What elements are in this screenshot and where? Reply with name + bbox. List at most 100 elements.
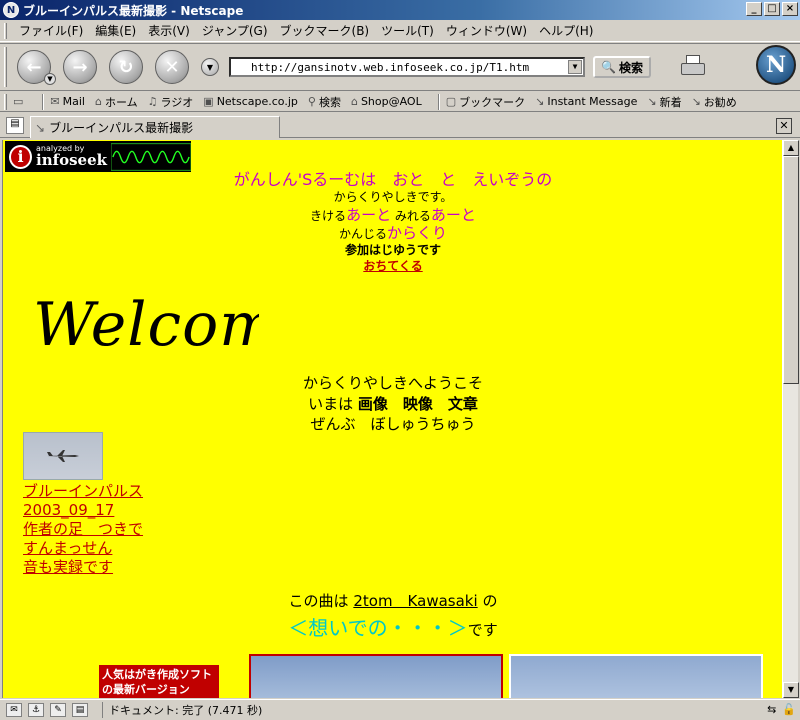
- welcome-text: からくりやしきへようこそ: [302, 374, 483, 392]
- stop-button[interactable]: ✕: [155, 50, 189, 84]
- menu-help[interactable]: ヘルプ(H): [533, 20, 599, 41]
- mail-status-icon[interactable]: ✉: [6, 703, 22, 717]
- tab-bar: ▤ ↘ ブルーインパルス最新撮影 ✕: [0, 114, 800, 138]
- link-date[interactable]: 2003_09_17: [23, 501, 143, 520]
- karakuri-line: かんじるからくり: [183, 222, 603, 243]
- menu-edit[interactable]: 編集(E): [89, 20, 142, 41]
- nav-grip[interactable]: [4, 47, 7, 87]
- close-tab-button[interactable]: ✕: [776, 118, 792, 134]
- forward-button[interactable]: →: [63, 50, 97, 84]
- radio-label: ラジオ: [160, 95, 194, 109]
- tab-current[interactable]: ↘ ブルーインパルス最新撮影: [30, 116, 280, 138]
- infoseek-logo-icon: i: [9, 144, 33, 169]
- netscape-throbber-icon[interactable]: N: [756, 45, 796, 85]
- home-icon: ⌂: [94, 95, 102, 108]
- new-link[interactable]: ↘ 新着: [647, 94, 681, 110]
- minimize-button[interactable]: _: [746, 2, 762, 16]
- connection-icon: ⇆: [767, 703, 777, 716]
- recommend-link[interactable]: ↘ お勧め: [692, 94, 737, 110]
- personal-toolbar: ▭ ✉ Mail ⌂ ホーム ♫ ラジオ ▣ Netscape.co.jp ⚲ 検索 ⌂ S…: [0, 92, 800, 112]
- link-audio[interactable]: 音も実録です: [23, 558, 143, 577]
- infoseek-banner[interactable]: i analyzed by infoseek: [5, 141, 191, 172]
- vertical-scrollbar[interactable]: ▲ ▼: [782, 140, 799, 698]
- mail-label: Mail: [62, 95, 85, 108]
- my-icon: ▣: [203, 95, 214, 108]
- jet-thumbnail[interactable]: [23, 432, 103, 480]
- link-blue-impulse[interactable]: ブルーインパルス: [23, 482, 143, 501]
- url-history-dropdown[interactable]: ▼: [568, 60, 582, 74]
- toolbar-separator-2: [437, 93, 440, 110]
- netscape-app-icon[interactable]: N: [3, 2, 19, 18]
- netscape-jp-link[interactable]: ▣ Netscape.co.jp: [203, 95, 298, 108]
- menu-file[interactable]: ファイル(F): [13, 20, 89, 41]
- search-button[interactable]: 🔍 検索: [593, 56, 651, 78]
- tab-toggle-button[interactable]: ▭: [13, 95, 26, 108]
- composer-icon[interactable]: ✎: [50, 703, 66, 717]
- navigator-icon[interactable]: ⚓: [28, 703, 44, 717]
- site-header: がんしん'Sるーむは おと と えいぞうの: [233, 170, 553, 189]
- scroll-thumb[interactable]: [783, 156, 799, 384]
- shop-link[interactable]: ⌂ Shop@AOL: [351, 95, 422, 108]
- menu-grip[interactable]: [4, 22, 7, 39]
- infoseek-big-label: infoseek: [36, 151, 108, 169]
- recommend-label: お勧め: [703, 95, 737, 109]
- join-line: 参加はじゆうです: [344, 243, 441, 257]
- link-sorry[interactable]: すんまっせん: [23, 539, 143, 558]
- link-author-feet[interactable]: 作者の足 つきで: [23, 520, 143, 539]
- headphones-icon: ♫: [147, 95, 158, 108]
- menu-window[interactable]: ウィンドウ(W): [440, 20, 533, 41]
- shop-icon: ⌂: [350, 95, 358, 108]
- instant-message-link[interactable]: ↘ Instant Message: [535, 95, 637, 108]
- karakuri-a: かんじる: [338, 227, 387, 241]
- scroll-up-arrow-icon[interactable]: ▲: [783, 140, 799, 156]
- menu-tools[interactable]: ツール(T): [375, 20, 440, 41]
- page-icon: ↘: [35, 120, 46, 135]
- search-link[interactable]: ⚲ 検索: [308, 94, 341, 110]
- now-text: いまは 画像 映像 文章: [183, 393, 603, 414]
- menu-go[interactable]: ジャンプ(G): [196, 20, 274, 41]
- printer-icon: [680, 63, 705, 75]
- postcard-ad-banner[interactable]: 人気はがき作成ソフト の最新バージョン: [99, 665, 219, 698]
- composer-link[interactable]: 2tom Kawasaki: [353, 592, 477, 610]
- bookmarks-link[interactable]: ▢ ブックマーク: [446, 94, 525, 110]
- location-dropdown-button[interactable]: ▼: [201, 58, 219, 76]
- sky-photo-1[interactable]: [249, 654, 503, 698]
- link-list: ブルーインパルス 2003_09_17 作者の足 つきで すんまっせん 音も実録…: [23, 482, 143, 577]
- url-field[interactable]: http://gansinotv.web.infoseek.co.jp/T1.h…: [229, 57, 585, 77]
- radio-link[interactable]: ♫ ラジオ: [148, 94, 194, 110]
- wave-graph-icon: [111, 142, 191, 171]
- status-right-icons: ⇆ 🔓: [767, 703, 796, 716]
- song-credit: この曲は 2tom Kawasaki の: [183, 590, 603, 611]
- magnifier-icon: ⚲: [307, 95, 316, 108]
- security-lock-icon[interactable]: 🔓: [782, 703, 796, 716]
- new-label: 新着: [659, 95, 682, 109]
- toolbar-separator: [42, 93, 45, 110]
- home-link[interactable]: ⌂ ホーム: [95, 94, 138, 110]
- forward-arrow-icon: →: [72, 56, 88, 78]
- scroll-down-arrow-icon[interactable]: ▼: [783, 682, 799, 698]
- print-button[interactable]: [679, 55, 709, 79]
- reload-button[interactable]: ↻: [109, 50, 143, 84]
- new-tab-icon[interactable]: ▤: [6, 117, 24, 134]
- home-label: ホーム: [104, 95, 138, 109]
- now-text-b: 画像 映像 文章: [357, 395, 478, 413]
- personal-grip[interactable]: [4, 93, 7, 110]
- maximize-button[interactable]: □: [764, 2, 780, 16]
- status-bar: ✉ ⚓ ✎ ▤ ドキュメント: 完了 (7.471 秒) ⇆ 🔓: [0, 699, 800, 720]
- menu-bookmarks[interactable]: ブックマーク(B): [274, 20, 376, 41]
- karakuri-b: からくり: [387, 224, 448, 242]
- menu-view[interactable]: 表示(V): [142, 20, 196, 41]
- sky-photo-2[interactable]: [509, 654, 763, 698]
- close-button[interactable]: ×: [782, 2, 798, 16]
- falling-link[interactable]: おちてくる: [183, 257, 603, 274]
- address-book-icon[interactable]: ▤: [72, 703, 88, 717]
- search-label: 検索: [318, 95, 341, 109]
- back-button[interactable]: ← ▼: [17, 50, 56, 85]
- window-title: ブルーインパルス最新撮影 - Netscape: [23, 3, 244, 18]
- back-dropdown-icon[interactable]: ▼: [44, 73, 56, 85]
- song-title-tail: です: [467, 621, 498, 639]
- mail-link[interactable]: ✉ Mail: [50, 95, 85, 108]
- infoseek-text: analyzed by infoseek: [36, 145, 107, 168]
- back-arrow-icon: ←: [26, 56, 42, 78]
- ad-line-2: の最新バージョン: [102, 683, 190, 696]
